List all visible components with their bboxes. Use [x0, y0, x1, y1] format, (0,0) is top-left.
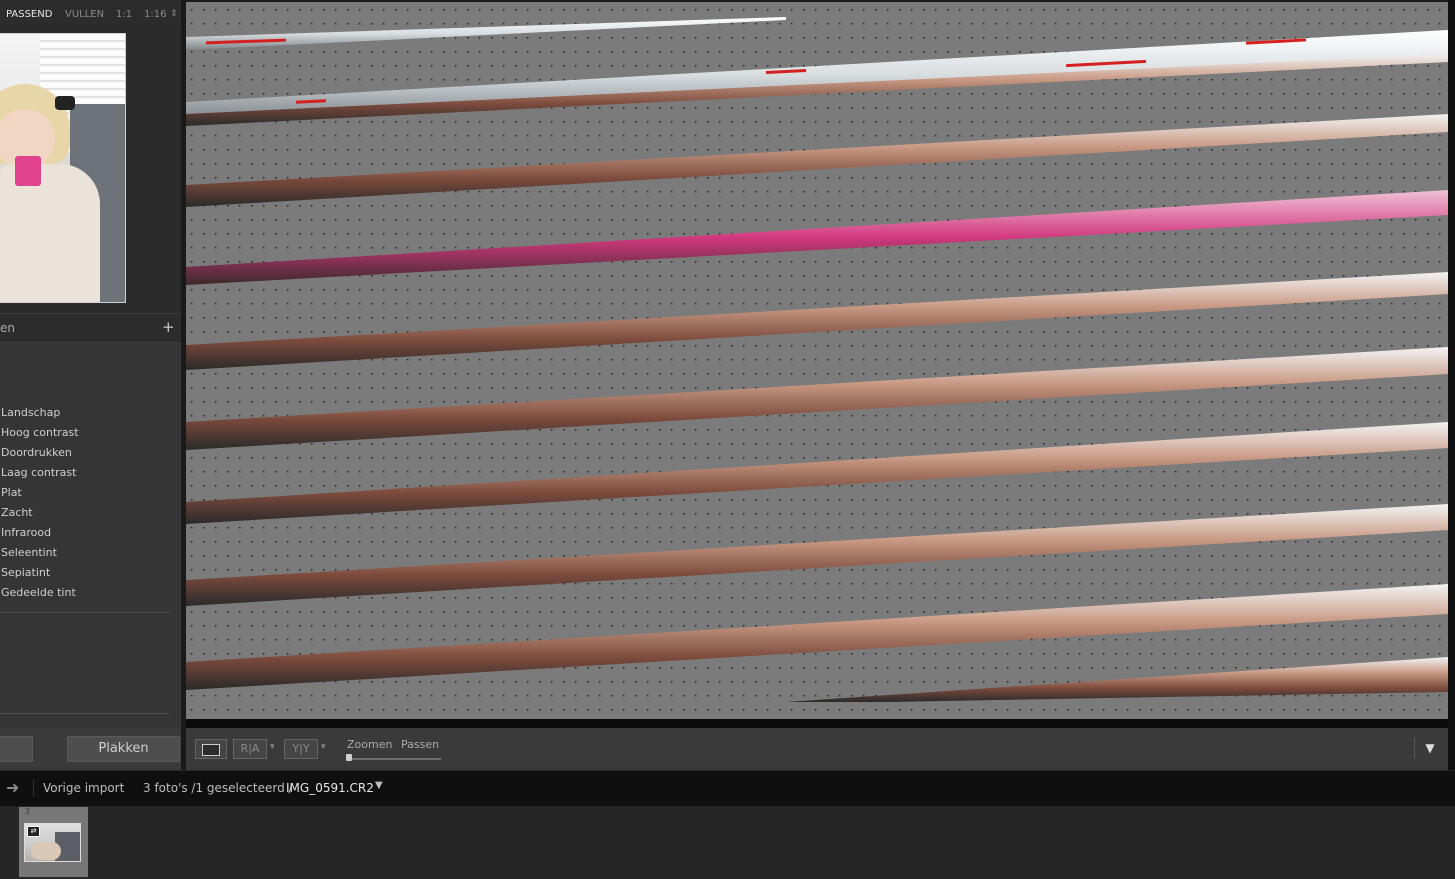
- presets-header[interactable]: en +: [0, 314, 181, 342]
- presets-list: Landschap Hoog contrast Doordrukken Laag…: [0, 343, 180, 728]
- zoom-slider[interactable]: [347, 758, 441, 760]
- loupe-view-icon[interactable]: [195, 739, 227, 759]
- preset-item[interactable]: Infrarood: [1, 526, 51, 539]
- chevron-down-icon[interactable]: ▼: [1414, 737, 1445, 759]
- preset-item[interactable]: Zacht: [1, 506, 33, 519]
- preset-item[interactable]: Laag contrast: [1, 466, 76, 479]
- preset-item[interactable]: Doordrukken: [1, 446, 72, 459]
- presets-divider: [0, 612, 170, 613]
- photo-count: 3 foto's /1 geselecteerd /: [143, 781, 293, 795]
- right-panel-collapsed: [1448, 0, 1455, 770]
- navigator-preview-image[interactable]: [0, 33, 126, 303]
- navigator-header: PASSEND VULLEN 1:1 1:16 ⇕: [0, 0, 181, 28]
- preset-item[interactable]: Hoog contrast: [1, 426, 79, 439]
- plus-icon[interactable]: +: [162, 318, 175, 336]
- presets-title: en: [0, 321, 15, 335]
- preset-item[interactable]: Plat: [1, 486, 22, 499]
- caret-down-icon[interactable]: ▾: [321, 742, 326, 752]
- fit-label[interactable]: Passen: [401, 738, 439, 751]
- preset-item[interactable]: Gedeelde tint: [1, 586, 76, 599]
- preset-item[interactable]: Sepiatint: [1, 566, 50, 579]
- preset-item[interactable]: Seleentint: [1, 546, 57, 559]
- filmstrip-bar: ➜ Vorige import 3 foto's /1 geselecteerd…: [0, 770, 1455, 806]
- before-after-split-button[interactable]: Y|Y: [284, 739, 318, 759]
- zoom-slider-thumb[interactable]: [346, 754, 352, 761]
- mode-fit[interactable]: PASSEND: [6, 9, 52, 20]
- toolbar: R|A ▾ Y|Y ▾ Zoomen Passen ▼: [186, 728, 1448, 770]
- main-image-view[interactable]: [186, 2, 1448, 719]
- paste-button[interactable]: Plakken: [67, 736, 180, 762]
- filmstrip-cell-selected[interactable]: 3 ⇄: [19, 807, 88, 877]
- filmstrip: 3 ⇄: [0, 806, 1455, 879]
- before-after-button[interactable]: R|A: [233, 739, 267, 759]
- filmstrip-thumbnail[interactable]: ⇄: [24, 823, 81, 862]
- mode-fill[interactable]: VULLEN: [65, 9, 104, 20]
- virtual-copy-icon: ⇄: [27, 826, 40, 837]
- separator: [33, 779, 34, 797]
- filename: IMG_0591.CR2: [286, 781, 374, 795]
- caret-down-icon[interactable]: ▼: [375, 780, 383, 791]
- main-view-bottom-edge: [186, 719, 1448, 728]
- mode-1-1[interactable]: 1:1: [116, 9, 132, 20]
- mode-1-16[interactable]: 1:16: [144, 9, 166, 20]
- preset-item[interactable]: Landschap: [1, 406, 60, 419]
- zoom-label: Zoomen: [347, 738, 393, 751]
- glitched-photo: [186, 2, 1448, 719]
- source-label[interactable]: Vorige import: [43, 781, 124, 795]
- arrow-right-icon[interactable]: ➜: [6, 778, 19, 797]
- caret-down-icon[interactable]: ▾: [270, 742, 275, 752]
- updown-arrows-icon[interactable]: ⇕: [170, 9, 178, 19]
- presets-divider: [0, 713, 170, 714]
- copy-button[interactable]: [0, 736, 33, 762]
- cell-index: 3: [25, 807, 31, 816]
